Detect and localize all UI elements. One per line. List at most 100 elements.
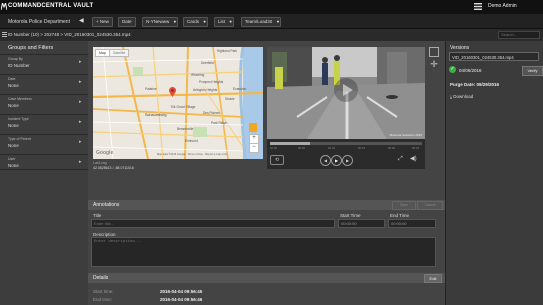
user-menu[interactable]: Demo Admin bbox=[488, 3, 517, 9]
app-brand: COMMANDCENTRAL VAULT bbox=[8, 3, 94, 9]
filter-value: None bbox=[8, 123, 19, 128]
map-place-label: Skokie bbox=[225, 97, 235, 101]
verify-button[interactable]: Verify bbox=[522, 66, 543, 76]
fullscreen-icon[interactable] bbox=[429, 47, 439, 57]
map-place-label: Bensenville bbox=[177, 127, 194, 131]
filter-value: ID Number bbox=[8, 63, 30, 68]
filter-label: Case Members bbox=[8, 97, 32, 101]
map-place-label: Evanston bbox=[233, 87, 247, 91]
chevron-right-icon: ▸ bbox=[79, 79, 82, 85]
annotations-title: Annotations bbox=[93, 202, 120, 208]
rewind-icon[interactable]: ⟲ bbox=[270, 155, 284, 165]
google-logo: Google bbox=[96, 150, 114, 156]
street-view-icon[interactable] bbox=[249, 123, 257, 132]
map-place-label: Deerfield bbox=[201, 61, 214, 65]
filter-label: Group By bbox=[8, 57, 23, 61]
lat-long-label: Lat/Long bbox=[93, 161, 107, 165]
play-icon[interactable]: ▶ bbox=[331, 155, 342, 166]
map-place-label: Arlington Heights bbox=[193, 88, 218, 92]
annotation-title-input[interactable] bbox=[91, 219, 335, 228]
map-pin-icon bbox=[169, 87, 176, 97]
step-forward-icon[interactable]: ▶ bbox=[342, 155, 353, 166]
purge-date: Purge Date: 09/29/2016 bbox=[450, 82, 500, 87]
annotation-end-input[interactable] bbox=[388, 219, 436, 228]
location-map[interactable]: Map Satellite Highland Park Deerfield Wh… bbox=[93, 47, 263, 159]
zoom-out-icon[interactable]: − bbox=[249, 143, 259, 153]
annotation-description-input[interactable] bbox=[91, 237, 436, 267]
chevron-right-icon: ▸ bbox=[79, 139, 82, 145]
map-place-label: Elmhurst bbox=[185, 139, 198, 143]
expand-icon[interactable]: ⤢ bbox=[398, 155, 406, 163]
chevron-down-icon: ● bbox=[276, 19, 280, 24]
check-icon: ✓ bbox=[449, 66, 456, 73]
map-place-label: Highland Park bbox=[217, 49, 238, 53]
details-end-value: 2016-04-04 09:56:46 bbox=[160, 297, 203, 302]
map-tab-map[interactable]: Map bbox=[95, 49, 110, 57]
annotation-title-label: Title bbox=[93, 213, 102, 218]
timeline-ticks: 00:00 00:05 00:10 00:15 00:20 00:25 bbox=[270, 146, 422, 150]
map-tab-satellite[interactable]: Satellite bbox=[109, 49, 130, 57]
timeline-tick: 00:15 bbox=[358, 146, 365, 150]
map-place-label: Wheeling bbox=[191, 73, 205, 77]
new-button[interactable]: + New bbox=[92, 17, 113, 27]
step-back-icon[interactable]: ◀ bbox=[320, 155, 331, 166]
menu-icon[interactable] bbox=[474, 3, 482, 10]
timeline-progress bbox=[270, 142, 310, 145]
map-place-label: Des Plaines bbox=[203, 111, 221, 115]
download-button[interactable]: ⤓ Download bbox=[450, 94, 473, 99]
details-edit-button[interactable]: Edit bbox=[424, 274, 442, 283]
timeline-tick: 00:10 bbox=[328, 146, 335, 150]
filter-label: Type of Parent bbox=[8, 137, 31, 141]
details-header: Details bbox=[88, 273, 445, 283]
version-select-value: VID_20160301_024530.354.mp4 bbox=[452, 55, 514, 60]
volume-icon[interactable]: ◀) bbox=[410, 155, 419, 163]
chevron-right-icon: ▸ bbox=[79, 99, 82, 105]
department-name: Motorola Police Department bbox=[8, 19, 70, 25]
list-icon bbox=[2, 32, 7, 37]
date-button[interactable]: Date bbox=[118, 17, 136, 27]
chevron-right-icon: ▸ bbox=[79, 59, 82, 65]
details-start-label: Start time: bbox=[93, 289, 114, 294]
details-start-value: 2016-04-04 09:56:45 bbox=[160, 289, 203, 294]
move-icon[interactable]: ✛ bbox=[429, 59, 439, 69]
play-overlay-icon[interactable] bbox=[333, 77, 359, 103]
motorola-logo-icon bbox=[1, 3, 7, 10]
team-button[interactable]: Team/Load30 ● bbox=[241, 17, 282, 27]
map-place-label: Prospect Heights bbox=[199, 80, 224, 84]
view-select-label: N-YNewww bbox=[146, 19, 170, 24]
chevron-right-icon: ▸ bbox=[79, 119, 82, 125]
video-player[interactable]: Motorola Solutions 2016 bbox=[267, 47, 425, 139]
map-roads bbox=[93, 47, 263, 159]
cards-button[interactable]: Cards ● bbox=[183, 17, 209, 27]
list-button[interactable]: List ● bbox=[214, 17, 235, 27]
annotation-save-button[interactable]: Save bbox=[392, 201, 416, 210]
video-watermark: Motorola Solutions 2016 bbox=[389, 133, 422, 137]
sidebar-title: Groups and Filters bbox=[8, 45, 54, 51]
map-place-label: Schaumburg bbox=[145, 113, 167, 117]
lat-long-value: 42.0525613 / -88.0711016 bbox=[93, 166, 134, 170]
timeline-tick: 00:00 bbox=[270, 146, 277, 150]
chevron-down-icon: ● bbox=[173, 19, 177, 24]
version-date: 04/06/2016 bbox=[459, 68, 482, 73]
map-place-label: Park Ridge bbox=[211, 121, 227, 125]
details-title: Details bbox=[93, 275, 109, 281]
breadcrumb[interactable]: ID Number (10) > 202748 > VID_20160301_0… bbox=[8, 32, 131, 37]
version-select[interactable]: VID_20160301_024530.354.mp4 bbox=[449, 52, 539, 61]
timeline-tick: 00:25 bbox=[412, 146, 419, 150]
list-label: List bbox=[218, 19, 226, 24]
map-place-label: Palatine bbox=[145, 87, 157, 91]
details-end-label: End time: bbox=[93, 297, 113, 302]
team-label: Team/Load30 bbox=[245, 19, 273, 24]
view-select-button[interactable]: N-YNewww ● bbox=[142, 17, 179, 27]
map-place-label: Elk Grove Village bbox=[171, 105, 196, 109]
annotation-start-input[interactable] bbox=[338, 219, 385, 228]
filter-value: None bbox=[8, 103, 19, 108]
collapse-sidebar-button[interactable]: ◀ bbox=[79, 17, 87, 25]
map-attribution: Map data ©2016 Google · Terms of Use · R… bbox=[157, 153, 228, 156]
annotation-cancel-button[interactable]: Cancel bbox=[417, 201, 443, 210]
filter-value: None bbox=[8, 83, 19, 88]
search-input[interactable] bbox=[498, 31, 540, 39]
timeline-tick: 00:05 bbox=[298, 146, 305, 150]
chevron-down-icon: ● bbox=[203, 19, 207, 24]
annotation-end-label: End Time bbox=[390, 213, 410, 218]
